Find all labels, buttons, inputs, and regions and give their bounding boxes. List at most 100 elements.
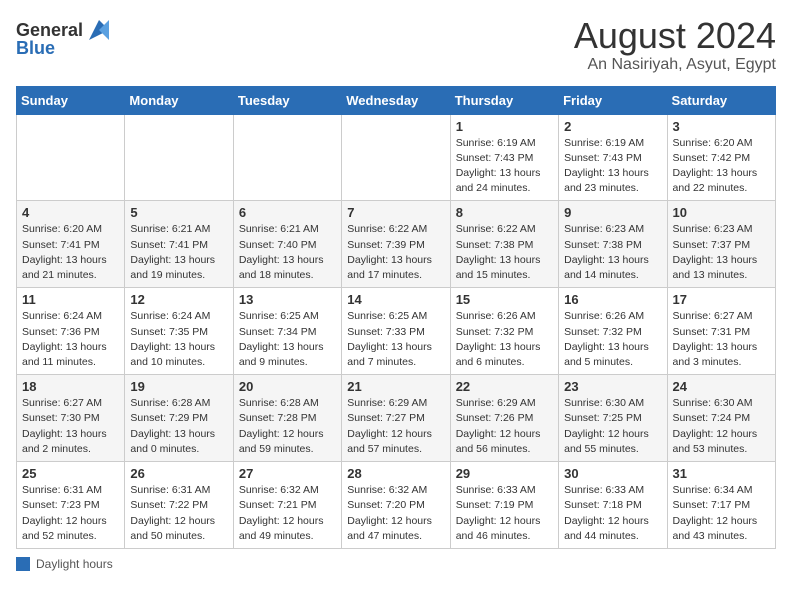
weekday-header-thursday: Thursday	[450, 86, 558, 114]
calendar-cell: 11 Sunrise: 6:24 AM Sunset: 7:36 PM Dayli…	[17, 288, 125, 375]
calendar-cell: 22Sunrise: 6:29 AM Sunset: 7:26 PM Dayli…	[450, 375, 558, 462]
day-number: 7	[347, 205, 444, 220]
calendar-cell: 21Sunrise: 6:29 AM Sunset: 7:27 PM Dayli…	[342, 375, 450, 462]
title-area: August 2024 An Nasiriyah, Asyut, Egypt	[574, 16, 776, 74]
logo-icon	[85, 16, 113, 44]
day-number: 11	[22, 292, 119, 307]
weekday-header-wednesday: Wednesday	[342, 86, 450, 114]
weekday-header-sunday: Sunday	[17, 86, 125, 114]
week-row-5: 25 Sunrise: 6:31 AM Sunset: 7:23 PM Dayli…	[17, 462, 776, 549]
day-number: 3	[673, 119, 770, 134]
day-info: Sunrise: 6:32 AM Sunset: 7:21 PM Dayligh…	[239, 483, 336, 544]
day-info: Sunrise: 6:31 AM Sunset: 7:23 PM Dayligh…	[22, 483, 119, 544]
day-number: 16	[564, 292, 661, 307]
legend: Daylight hours	[16, 557, 776, 571]
week-row-4: 18 Sunrise: 6:27 AM Sunset: 7:30 PM Dayli…	[17, 375, 776, 462]
day-info: Sunrise: 6:34 AM Sunset: 7:17 PM Dayligh…	[673, 483, 770, 544]
day-number: 13	[239, 292, 336, 307]
day-info: Sunrise: 6:33 AM Sunset: 7:18 PM Dayligh…	[564, 483, 661, 544]
weekday-header-tuesday: Tuesday	[233, 86, 341, 114]
day-number: 17	[673, 292, 770, 307]
day-info: Sunrise: 6:24 AM Sunset: 7:36 PM Dayligh…	[22, 309, 119, 370]
day-info: Sunrise: 6:20 AM Sunset: 7:42 PM Dayligh…	[673, 136, 770, 197]
day-info: Sunrise: 6:30 AM Sunset: 7:24 PM Dayligh…	[673, 396, 770, 457]
day-info: Sunrise: 6:32 AM Sunset: 7:20 PM Dayligh…	[347, 483, 444, 544]
day-number: 1	[456, 119, 553, 134]
legend-box	[16, 557, 30, 571]
day-number: 25	[22, 466, 119, 481]
day-number: 19	[130, 379, 227, 394]
calendar-cell: 4 Sunrise: 6:20 AM Sunset: 7:41 PM Daylig…	[17, 201, 125, 288]
day-info: Sunrise: 6:20 AM Sunset: 7:41 PM Dayligh…	[22, 222, 119, 283]
day-info: Sunrise: 6:26 AM Sunset: 7:32 PM Dayligh…	[456, 309, 553, 370]
calendar-cell: 2 Sunrise: 6:19 AM Sunset: 7:43 PM Daylig…	[559, 114, 667, 201]
day-info: Sunrise: 6:27 AM Sunset: 7:30 PM Dayligh…	[22, 396, 119, 457]
day-number: 22	[456, 379, 553, 394]
day-number: 23	[564, 379, 661, 394]
day-info: Sunrise: 6:25 AM Sunset: 7:33 PM Dayligh…	[347, 309, 444, 370]
calendar-cell: 26 Sunrise: 6:31 AM Sunset: 7:22 PM Dayli…	[125, 462, 233, 549]
day-info: Sunrise: 6:30 AM Sunset: 7:25 PM Dayligh…	[564, 396, 661, 457]
calendar-cell: 7 Sunrise: 6:22 AM Sunset: 7:39 PM Daylig…	[342, 201, 450, 288]
day-info: Sunrise: 6:25 AM Sunset: 7:34 PM Dayligh…	[239, 309, 336, 370]
calendar-cell: 31Sunrise: 6:34 AM Sunset: 7:17 PM Dayli…	[667, 462, 775, 549]
day-info: Sunrise: 6:22 AM Sunset: 7:38 PM Dayligh…	[456, 222, 553, 283]
calendar-cell: 19Sunrise: 6:28 AM Sunset: 7:29 PM Dayli…	[125, 375, 233, 462]
weekday-header-friday: Friday	[559, 86, 667, 114]
calendar-cell: 1 Sunrise: 6:19 AM Sunset: 7:43 PM Daylig…	[450, 114, 558, 201]
day-number: 24	[673, 379, 770, 394]
calendar-cell: 8 Sunrise: 6:22 AM Sunset: 7:38 PM Daylig…	[450, 201, 558, 288]
calendar-cell: 3 Sunrise: 6:20 AM Sunset: 7:42 PM Daylig…	[667, 114, 775, 201]
day-number: 29	[456, 466, 553, 481]
day-number: 12	[130, 292, 227, 307]
calendar-cell	[17, 114, 125, 201]
day-number: 2	[564, 119, 661, 134]
header: General Blue August 2024 An Nasiriyah, A…	[16, 16, 776, 74]
day-info: Sunrise: 6:31 AM Sunset: 7:22 PM Dayligh…	[130, 483, 227, 544]
calendar-cell	[342, 114, 450, 201]
day-number: 8	[456, 205, 553, 220]
calendar-cell: 6Sunrise: 6:21 AM Sunset: 7:40 PM Daylig…	[233, 201, 341, 288]
calendar-cell: 13 Sunrise: 6:25 AM Sunset: 7:34 PM Dayli…	[233, 288, 341, 375]
day-number: 30	[564, 466, 661, 481]
calendar-cell: 20Sunrise: 6:28 AM Sunset: 7:28 PM Dayli…	[233, 375, 341, 462]
day-info: Sunrise: 6:23 AM Sunset: 7:38 PM Dayligh…	[564, 222, 661, 283]
calendar-cell: 29 Sunrise: 6:33 AM Sunset: 7:19 PM Dayli…	[450, 462, 558, 549]
calendar-cell: 18 Sunrise: 6:27 AM Sunset: 7:30 PM Dayli…	[17, 375, 125, 462]
calendar-cell	[125, 114, 233, 201]
day-number: 14	[347, 292, 444, 307]
calendar-cell: 28 Sunrise: 6:32 AM Sunset: 7:20 PM Dayli…	[342, 462, 450, 549]
weekday-header-monday: Monday	[125, 86, 233, 114]
day-number: 28	[347, 466, 444, 481]
day-info: Sunrise: 6:26 AM Sunset: 7:32 PM Dayligh…	[564, 309, 661, 370]
day-number: 4	[22, 205, 119, 220]
week-row-3: 11 Sunrise: 6:24 AM Sunset: 7:36 PM Dayli…	[17, 288, 776, 375]
day-number: 6	[239, 205, 336, 220]
weekday-header-row: SundayMondayTuesdayWednesdayThursdayFrid…	[17, 86, 776, 114]
day-info: Sunrise: 6:21 AM Sunset: 7:41 PM Dayligh…	[130, 222, 227, 283]
day-number: 10	[673, 205, 770, 220]
day-info: Sunrise: 6:19 AM Sunset: 7:43 PM Dayligh…	[456, 136, 553, 197]
location: An Nasiriyah, Asyut, Egypt	[574, 56, 776, 74]
logo-blue: Blue	[16, 38, 55, 59]
calendar-cell: 9Sunrise: 6:23 AM Sunset: 7:38 PM Daylig…	[559, 201, 667, 288]
day-number: 21	[347, 379, 444, 394]
calendar-cell: 10Sunrise: 6:23 AM Sunset: 7:37 PM Dayli…	[667, 201, 775, 288]
day-info: Sunrise: 6:19 AM Sunset: 7:43 PM Dayligh…	[564, 136, 661, 197]
legend-label: Daylight hours	[36, 557, 113, 571]
day-info: Sunrise: 6:28 AM Sunset: 7:28 PM Dayligh…	[239, 396, 336, 457]
day-info: Sunrise: 6:27 AM Sunset: 7:31 PM Dayligh…	[673, 309, 770, 370]
month-year: August 2024	[574, 16, 776, 56]
day-info: Sunrise: 6:22 AM Sunset: 7:39 PM Dayligh…	[347, 222, 444, 283]
calendar-cell: 30 Sunrise: 6:33 AM Sunset: 7:18 PM Dayli…	[559, 462, 667, 549]
calendar-cell: 14 Sunrise: 6:25 AM Sunset: 7:33 PM Dayli…	[342, 288, 450, 375]
day-number: 18	[22, 379, 119, 394]
day-info: Sunrise: 6:33 AM Sunset: 7:19 PM Dayligh…	[456, 483, 553, 544]
week-row-1: 1 Sunrise: 6:19 AM Sunset: 7:43 PM Daylig…	[17, 114, 776, 201]
day-number: 26	[130, 466, 227, 481]
day-number: 15	[456, 292, 553, 307]
calendar-cell: 16 Sunrise: 6:26 AM Sunset: 7:32 PM Dayli…	[559, 288, 667, 375]
calendar-cell: 24 Sunrise: 6:30 AM Sunset: 7:24 PM Dayli…	[667, 375, 775, 462]
day-number: 5	[130, 205, 227, 220]
calendar-cell: 5 Sunrise: 6:21 AM Sunset: 7:41 PM Daylig…	[125, 201, 233, 288]
